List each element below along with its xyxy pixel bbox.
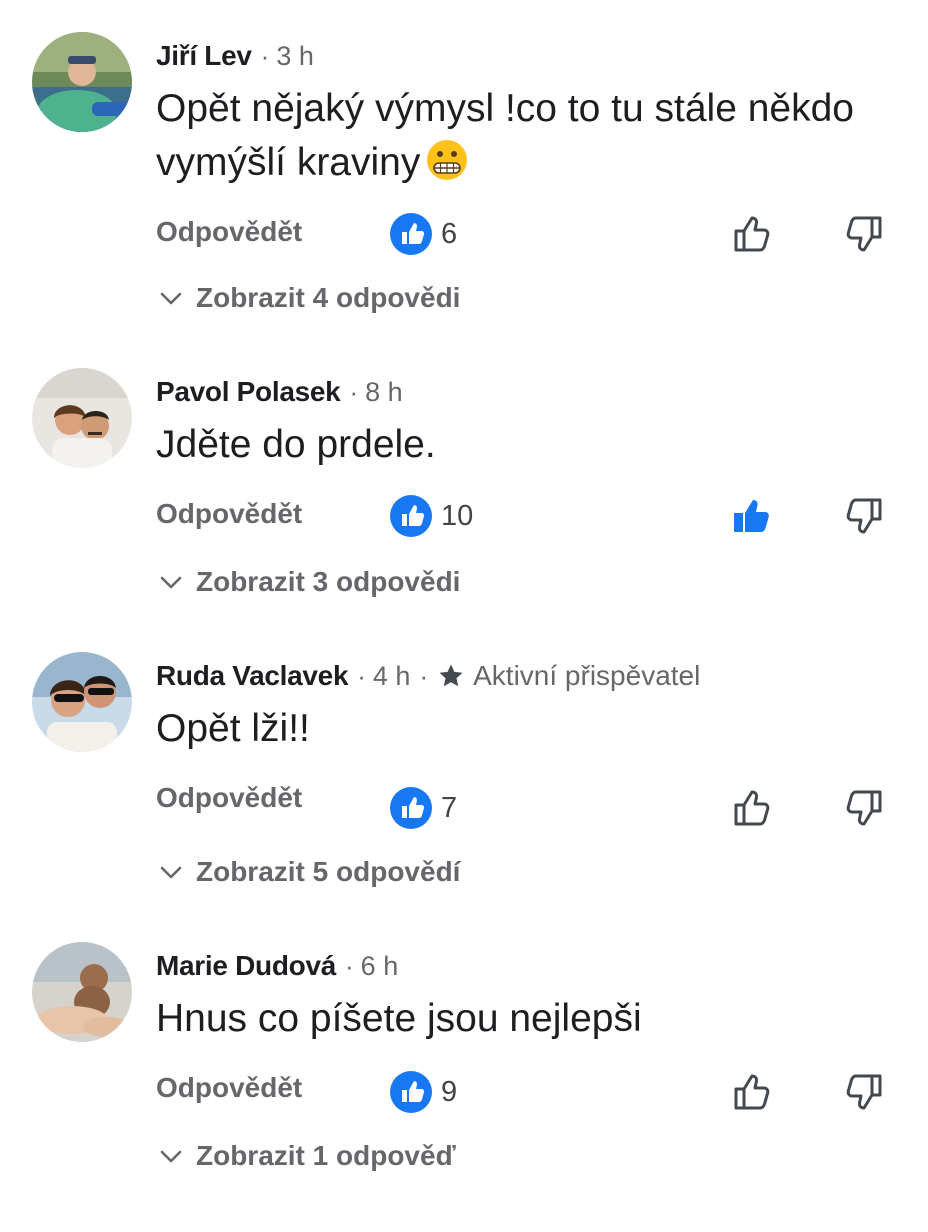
meta-separator: · — [260, 40, 270, 71]
thumbs-up-icon — [734, 1074, 770, 1110]
avatar[interactable] — [32, 32, 132, 132]
thumbs-down-icon — [846, 216, 882, 252]
thumbs-down-button[interactable] — [840, 492, 888, 540]
reply-button[interactable]: Odpovědět — [156, 498, 302, 530]
show-replies-label: Zobrazit 4 odpovědi — [196, 282, 461, 313]
comment-author[interactable]: Ruda Vaclavek — [156, 660, 349, 692]
thumbs-up-icon — [734, 790, 770, 826]
comment-time[interactable]: 8 h — [365, 377, 403, 408]
top-contributor-badge[interactable]: Aktivní přispěvatel — [473, 660, 700, 692]
like-reaction-icon — [389, 494, 433, 538]
thumbs-up-button-active[interactable] — [728, 492, 776, 540]
comment-author[interactable]: Marie Dudová — [156, 950, 336, 982]
show-replies-label: Zobrazit 1 odpověď — [196, 1140, 456, 1171]
show-replies-button[interactable]: Zobrazit 3 odpovědi — [158, 566, 460, 598]
thumbs-down-icon — [846, 790, 882, 826]
meta-separator: · — [345, 950, 354, 981]
like-reaction-icon — [389, 786, 433, 830]
comment-author[interactable]: Pavol Polasek — [156, 376, 341, 408]
comment-time[interactable]: 6 h — [361, 951, 399, 982]
comment-text: Opět lži!! — [156, 707, 310, 750]
show-replies-button[interactable]: Zobrazit 5 odpovědí — [158, 856, 460, 888]
thumbs-up-button[interactable] — [728, 1068, 776, 1116]
star-icon — [439, 664, 463, 687]
show-replies-label: Zobrazit 3 odpovědi — [196, 566, 461, 597]
comment-text: Opět nějaký výmysl !co to tu stále někdo… — [156, 82, 906, 190]
thumbs-down-icon — [846, 1074, 882, 1110]
thumbs-up-icon — [734, 216, 770, 252]
comment-text: Jděte do prdele. — [156, 423, 436, 466]
comment-text-content: Opět nějaký výmysl !co to tu stále někdo… — [156, 87, 855, 184]
show-replies-button[interactable]: Zobrazit 4 odpovědi — [158, 282, 460, 314]
like-count: 9 — [441, 1075, 458, 1108]
reaction-summary[interactable]: 10 — [389, 494, 473, 538]
reaction-summary[interactable]: 6 — [389, 212, 457, 256]
comment-text: Hnus co píšete jsou nejlepši — [156, 997, 642, 1040]
comment-time[interactable]: 4 h — [373, 661, 411, 692]
avatar[interactable] — [32, 652, 132, 752]
reply-button[interactable]: Odpovědět — [156, 782, 302, 814]
comment-time[interactable]: 3 h — [276, 41, 314, 72]
thumbs-up-filled-icon — [734, 500, 769, 532]
thumbs-up-button[interactable] — [728, 210, 776, 258]
thumbs-down-button[interactable] — [840, 1068, 888, 1116]
meta-separator: · — [349, 376, 359, 407]
thumbs-down-button[interactable] — [840, 210, 888, 258]
like-count: 6 — [441, 217, 458, 250]
like-count: 7 — [441, 791, 458, 824]
reaction-summary[interactable]: 7 — [389, 786, 457, 830]
avatar[interactable] — [32, 368, 132, 468]
like-reaction-icon — [389, 1070, 433, 1114]
chevron-down-icon — [160, 292, 182, 305]
comment-author[interactable]: Jiří Lev — [156, 40, 252, 72]
thumbs-down-icon — [846, 498, 882, 534]
comment: Jiří Lev · 3 h Opět nějaký výmysl !co to… — [0, 32, 928, 322]
thumbs-down-button[interactable] — [840, 784, 888, 832]
chevron-down-icon — [160, 1150, 182, 1163]
thumbs-up-button[interactable] — [728, 784, 776, 832]
meta-separator: · — [357, 660, 366, 691]
show-replies-button[interactable]: Zobrazit 1 odpověď — [158, 1140, 456, 1172]
chevron-down-icon — [160, 576, 182, 589]
like-count: 10 — [441, 499, 474, 532]
avatar[interactable] — [32, 942, 132, 1042]
comment: Ruda Vaclavek · 4 h · Aktivní přispěvate… — [0, 652, 928, 942]
like-reaction-icon — [389, 212, 433, 256]
meta-separator: · — [419, 660, 429, 691]
chevron-down-icon — [160, 866, 182, 879]
comment: Pavol Polasek · 8 h Jděte do prdele. Odp… — [0, 368, 928, 658]
comment: Marie Dudová · 6 h Hnus co píšete jsou n… — [0, 942, 928, 1232]
reply-button[interactable]: Odpovědět — [156, 1072, 302, 1104]
show-replies-label: Zobrazit 5 odpovědí — [196, 856, 461, 887]
reply-button[interactable]: Odpovědět — [156, 216, 302, 248]
grimacing-face-icon — [426, 139, 468, 181]
reaction-summary[interactable]: 9 — [389, 1070, 457, 1114]
